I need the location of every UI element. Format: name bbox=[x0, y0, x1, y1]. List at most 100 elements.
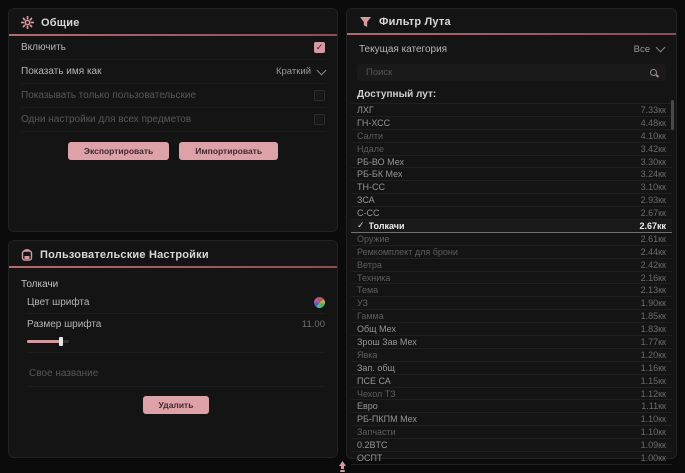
loot-item-value: 1.12кк bbox=[641, 389, 666, 399]
custom-name-input[interactable] bbox=[27, 367, 329, 380]
slider-fill bbox=[27, 340, 60, 343]
scrollbar-thumb[interactable] bbox=[671, 100, 674, 130]
loot-list: ЛХГ 7.33кк ГН-ХСС 4.48кк Салти 4.10кк Нд… bbox=[351, 103, 672, 465]
loot-item-row[interactable]: Техника 2.16кк bbox=[351, 272, 672, 285]
loot-item-row[interactable]: Общ Мех 1.83кк bbox=[351, 323, 672, 336]
loot-item-row[interactable]: ✓ Толкачи 2.67кк bbox=[351, 220, 672, 233]
gear-icon bbox=[21, 16, 34, 29]
loot-item-value: 1.85кк bbox=[641, 311, 666, 321]
loot-item-name: Запчасти bbox=[357, 427, 396, 437]
loot-item-row[interactable]: Запчасти 1.10кк bbox=[351, 426, 672, 439]
loot-filter-divider bbox=[347, 33, 676, 35]
enable-checkbox[interactable]: ✓ bbox=[314, 42, 325, 53]
loot-item-row[interactable]: ГН-ХСС 4.48кк bbox=[351, 117, 672, 130]
category-select[interactable]: Все bbox=[634, 44, 664, 55]
loot-item-row[interactable]: Салти 4.10кк bbox=[351, 130, 672, 143]
custom-name-row bbox=[27, 359, 325, 387]
loot-item-value: 1.10кк bbox=[641, 414, 666, 424]
check-icon: ✓ bbox=[357, 220, 365, 231]
loot-item-value: 2.67кк bbox=[641, 208, 666, 218]
loot-item-row[interactable]: Оружие 2.61кк bbox=[351, 233, 672, 246]
slider-knob[interactable] bbox=[59, 337, 63, 346]
loot-item-value: 1.10кк bbox=[641, 427, 666, 437]
general-panel-title: Общие bbox=[41, 17, 80, 29]
loot-item-name: Явка bbox=[357, 350, 377, 360]
loot-item-row[interactable]: ПСЕ СА 1.15кк bbox=[351, 375, 672, 388]
loot-item-row[interactable]: РБ-ВО Мех 3.30кк bbox=[351, 156, 672, 169]
loot-item-row[interactable]: РБ-ПКПМ Мех 1.10кк bbox=[351, 413, 672, 426]
loot-item-name: Техника bbox=[357, 273, 390, 283]
loot-item-name: Общ Мех bbox=[357, 324, 396, 334]
loot-item-name: ЛХГ bbox=[357, 105, 374, 115]
loot-item-value: 2.61кк bbox=[641, 234, 666, 244]
loot-item-name: Оружие bbox=[357, 234, 390, 244]
same-settings-label: Одни настройки для всех предметов bbox=[21, 114, 191, 125]
loot-item-row[interactable]: Ветра 2.42кк bbox=[351, 259, 672, 272]
loot-item-name: Ндале bbox=[357, 144, 384, 154]
color-wheel-icon[interactable] bbox=[314, 297, 325, 308]
only-custom-checkbox[interactable] bbox=[314, 90, 325, 101]
import-button[interactable]: Импортировать bbox=[179, 142, 278, 160]
loot-item-row[interactable]: Тема 2.13кк bbox=[351, 284, 672, 297]
loot-item-name: ТН-СС bbox=[357, 182, 385, 192]
loot-item-name: Толкачи bbox=[369, 221, 640, 231]
loot-item-name: 0.2BTC bbox=[357, 440, 388, 450]
loot-item-name: Евро bbox=[357, 401, 378, 411]
delete-button[interactable]: Удалить bbox=[143, 396, 210, 414]
loot-item-row[interactable]: Зап. общ 1.16кк bbox=[351, 362, 672, 375]
loot-item-row[interactable]: Евро 1.11кк bbox=[351, 400, 672, 413]
name-mode-label: Показать имя как bbox=[21, 66, 101, 77]
loot-item-row[interactable]: УЗ 1.90кк bbox=[351, 297, 672, 310]
user-settings-divider bbox=[9, 266, 337, 268]
loot-item-row[interactable]: С-СС 2.67кк bbox=[351, 207, 672, 220]
enable-row: Включить ✓ bbox=[21, 36, 325, 60]
loot-item-row[interactable]: ЛХГ 7.33кк bbox=[351, 104, 672, 117]
loot-item-row[interactable]: Ндале 3.42кк bbox=[351, 143, 672, 156]
loot-item-value: 2.67кк bbox=[639, 221, 666, 231]
loot-item-row[interactable]: 0.2BTC 1.09кк bbox=[351, 439, 672, 452]
loot-item-value: 4.48кк bbox=[641, 118, 666, 128]
chevron-down-icon bbox=[656, 43, 666, 53]
search-icon bbox=[649, 68, 659, 78]
scroll-indicator-icon[interactable] bbox=[338, 459, 347, 473]
loot-item-row[interactable]: РБ-БК Мех 3.24кк bbox=[351, 168, 672, 181]
loot-item-value: 1.83кк bbox=[641, 324, 666, 334]
loot-item-name: Салти bbox=[357, 131, 383, 141]
only-custom-row: Показывать только пользовательские bbox=[21, 84, 325, 108]
name-mode-select[interactable]: Краткий bbox=[276, 66, 325, 77]
font-color-label: Цвет шрифта bbox=[27, 297, 89, 308]
loot-item-name: Зап. общ bbox=[357, 363, 395, 373]
loot-item-row[interactable]: Гамма 1.85кк bbox=[351, 310, 672, 323]
same-settings-checkbox[interactable] bbox=[314, 114, 325, 125]
export-button[interactable]: Экспортировать bbox=[68, 142, 169, 160]
loot-item-row[interactable]: Явка 1.20кк bbox=[351, 349, 672, 362]
loot-item-row[interactable]: ЗСА 2.93кк bbox=[351, 194, 672, 207]
loot-item-value: 3.24кк bbox=[641, 169, 666, 179]
loot-item-value: 2.13кк bbox=[641, 285, 666, 295]
category-value: Все bbox=[634, 44, 650, 55]
same-settings-row: Одни настройки для всех предметов bbox=[21, 108, 325, 132]
font-size-row: Размер шрифта 11.00 bbox=[27, 314, 325, 335]
loot-item-name: РБ-БК Мех bbox=[357, 169, 402, 179]
loot-item-value: 2.16кк bbox=[641, 273, 666, 283]
loot-item-name: ОСПТ bbox=[357, 453, 382, 463]
loot-item-value: 3.30кк bbox=[641, 157, 666, 167]
loot-item-name: С-СС bbox=[357, 208, 380, 218]
loot-list-label: Доступный лут: bbox=[347, 83, 676, 103]
mod-settings-page: Общие Включить ✓ Показать имя как Кратки… bbox=[0, 0, 685, 473]
loot-item-row[interactable]: Ремкомплект для брони 2.44кк bbox=[351, 246, 672, 259]
loot-item-value: 1.77кк bbox=[641, 337, 666, 347]
general-panel: Общие Включить ✓ Показать имя как Кратки… bbox=[8, 8, 338, 232]
backpack-icon bbox=[21, 248, 33, 261]
loot-item-row[interactable]: Зрош Зав Мех 1.77кк bbox=[351, 336, 672, 349]
loot-item-row[interactable]: ОСПТ 1.00кк bbox=[351, 452, 672, 465]
user-settings-title: Пользовательские Настройки bbox=[40, 249, 209, 261]
selected-item-name: Толкачи bbox=[21, 279, 325, 290]
font-size-slider[interactable] bbox=[27, 337, 69, 346]
loot-filter-header: Фильтр Лута bbox=[347, 9, 676, 33]
general-panel-header: Общие bbox=[9, 9, 337, 34]
loot-item-name: УЗ bbox=[357, 298, 368, 308]
loot-item-row[interactable]: Чехол ТЗ 1.12кк bbox=[351, 388, 672, 401]
loot-item-row[interactable]: ТН-СС 3.10кк bbox=[351, 181, 672, 194]
search-input[interactable] bbox=[364, 66, 643, 79]
